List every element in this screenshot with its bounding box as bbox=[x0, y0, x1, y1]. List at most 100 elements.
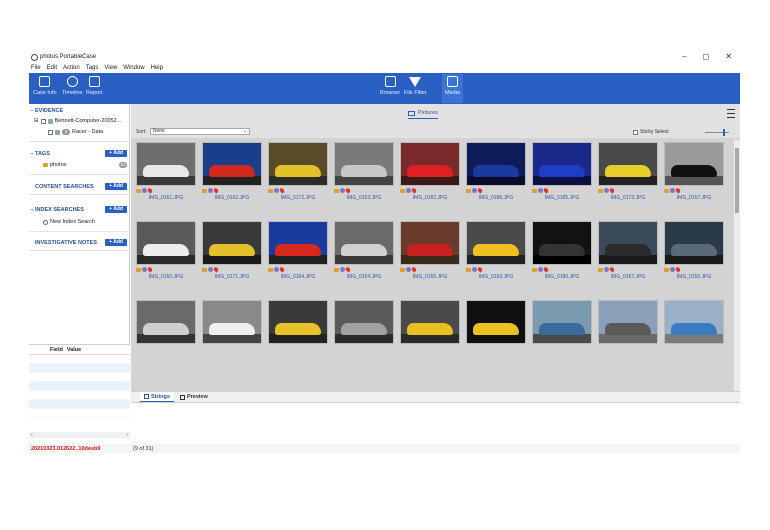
thumbnail-item[interactable] bbox=[532, 300, 592, 344]
add-content-search-button[interactable]: + Add bbox=[105, 183, 127, 190]
menu-action[interactable]: Action bbox=[63, 65, 80, 71]
thumbnail-image[interactable] bbox=[400, 300, 460, 344]
thumbnail-item[interactable]: IMG_0160.JPG bbox=[136, 221, 196, 280]
browser-button[interactable]: Browser bbox=[380, 76, 400, 96]
add-note-button[interactable]: + Add bbox=[105, 239, 127, 246]
thumbnail-image[interactable] bbox=[532, 300, 592, 344]
thumbnail-image[interactable] bbox=[202, 221, 262, 265]
thumbnail-image[interactable] bbox=[466, 300, 526, 344]
minimize-button[interactable]: – bbox=[682, 52, 686, 61]
evidence-section-header[interactable]: – EVIDENCE bbox=[29, 106, 130, 116]
scrollbar-thumb[interactable] bbox=[735, 148, 739, 213]
sliders-icon[interactable] bbox=[727, 109, 735, 118]
horizontal-scrollbar[interactable]: ‹ › bbox=[29, 432, 130, 438]
thumbnail-image[interactable] bbox=[334, 300, 394, 344]
thumbnail-image[interactable] bbox=[532, 221, 592, 265]
tab-strings[interactable]: Strings bbox=[140, 392, 174, 402]
thumbnail-item[interactable] bbox=[598, 300, 658, 344]
thumbnail-item[interactable] bbox=[664, 300, 724, 344]
index-searches-section-header[interactable]: – INDEX SEARCHES + Add bbox=[29, 205, 130, 215]
report-button[interactable]: Report bbox=[86, 76, 103, 96]
close-button[interactable]: ✕ bbox=[725, 52, 732, 61]
scroll-right-icon[interactable]: › bbox=[126, 432, 128, 438]
thumbnail-item[interactable]: IMG_0164.JPG bbox=[268, 221, 328, 280]
sticky-select-toggle[interactable]: Sticky Select bbox=[633, 129, 669, 135]
thumbnail-image[interactable] bbox=[136, 221, 196, 265]
thumbnail-image[interactable] bbox=[466, 142, 526, 186]
menu-tags[interactable]: Tags bbox=[86, 65, 99, 71]
thumbnail-image[interactable] bbox=[466, 221, 526, 265]
thumbnail-image[interactable] bbox=[202, 300, 262, 344]
thumbnail-image[interactable] bbox=[598, 221, 658, 265]
thumbnail-image[interactable] bbox=[664, 300, 724, 344]
zoom-slider-handle[interactable] bbox=[723, 129, 725, 136]
thumbnail-image[interactable] bbox=[334, 142, 394, 186]
new-index-search-item[interactable]: New Index Search bbox=[43, 219, 95, 225]
thumbnail-item[interactable]: IMG_0165.JPG bbox=[400, 221, 460, 280]
case-info-button[interactable]: Case Info bbox=[33, 76, 57, 96]
thumbnail-image[interactable] bbox=[664, 221, 724, 265]
add-tag-button[interactable]: + Add bbox=[105, 150, 127, 157]
thumbnail-item[interactable]: IMG_0154.JPG bbox=[334, 221, 394, 280]
thumbnail-item[interactable]: IMG_0180.JPG bbox=[532, 221, 592, 280]
value-column-header[interactable]: Value bbox=[67, 347, 81, 353]
thumbnail-image[interactable] bbox=[268, 142, 328, 186]
thumbnail-item[interactable] bbox=[466, 300, 526, 344]
content-searches-section-header[interactable]: CONTENT SEARCHES + Add bbox=[29, 182, 130, 192]
thumbnail-image[interactable] bbox=[268, 221, 328, 265]
thumbnail-image[interactable] bbox=[334, 221, 394, 265]
thumbnail-item[interactable]: IMG_0169.JPG bbox=[466, 221, 526, 280]
zoom-slider-track[interactable] bbox=[705, 132, 729, 133]
thumbnail-image[interactable] bbox=[136, 142, 196, 186]
vertical-scrollbar[interactable] bbox=[734, 140, 740, 391]
thumbnail-image[interactable] bbox=[400, 142, 460, 186]
thumbnail-item[interactable]: IMG_0171.JPG bbox=[202, 221, 262, 280]
thumbnail-item[interactable]: IMG_0162.JPG bbox=[202, 142, 262, 201]
menu-edit[interactable]: Edit bbox=[47, 65, 57, 71]
thumbnail-item[interactable] bbox=[334, 300, 394, 344]
evidence-root-checkbox[interactable] bbox=[40, 118, 46, 124]
thumbnail-image[interactable] bbox=[136, 300, 196, 344]
thumbnail-item[interactable]: IMG_0157.JPG bbox=[664, 142, 724, 201]
menu-help[interactable]: Help bbox=[151, 65, 163, 71]
thumbnail-item[interactable]: IMG_0161.JPG bbox=[136, 142, 196, 201]
evidence-child-checkbox[interactable] bbox=[48, 129, 53, 135]
thumbnail-image[interactable] bbox=[598, 142, 658, 186]
tab-pictures[interactable]: Pictures bbox=[408, 110, 438, 119]
evidence-child-item[interactable]: 2 Racer - Data bbox=[48, 129, 103, 135]
scroll-left-icon[interactable]: ‹ bbox=[31, 432, 33, 438]
maximize-button[interactable]: ◻ bbox=[703, 52, 710, 61]
thumbnail-item[interactable]: IMG_0186.JPG bbox=[466, 142, 526, 201]
thumbnail-image[interactable] bbox=[202, 142, 262, 186]
thumbnail-item[interactable]: IMG_0185.JPG bbox=[532, 142, 592, 201]
thumbnail-item[interactable] bbox=[400, 300, 460, 344]
thumbnail-item[interactable]: IMG_0155.JPG bbox=[664, 221, 724, 280]
thumbnail-item[interactable]: IMG_0173.JPG bbox=[598, 142, 658, 201]
tags-section-header[interactable]: – TAGS + Add bbox=[29, 149, 130, 159]
thumbnail-item[interactable] bbox=[202, 300, 262, 344]
field-column-header[interactable]: Field bbox=[50, 347, 63, 353]
thumbnail-image[interactable] bbox=[268, 300, 328, 344]
thumbnail-image[interactable] bbox=[664, 142, 724, 186]
sticky-select-checkbox[interactable] bbox=[633, 129, 638, 135]
menu-file[interactable]: File bbox=[31, 65, 41, 71]
thumbnail-image[interactable] bbox=[598, 300, 658, 344]
tag-item-photos[interactable]: photos 31 bbox=[43, 162, 127, 168]
add-index-search-button[interactable]: + Add bbox=[105, 206, 127, 213]
media-button[interactable]: Media bbox=[442, 74, 463, 103]
thumbnail-item[interactable] bbox=[268, 300, 328, 344]
sort-select[interactable]: None ⌄ bbox=[150, 128, 250, 135]
menu-view[interactable]: View bbox=[104, 65, 117, 71]
tab-preview[interactable]: Preview bbox=[176, 392, 212, 402]
investigative-notes-section-header[interactable]: INVESTIGATIVE NOTES + Add bbox=[29, 238, 130, 248]
thumbnail-image[interactable] bbox=[532, 142, 592, 186]
file-filter-button[interactable]: File Filter bbox=[404, 76, 427, 96]
evidence-root-item[interactable]: ⊟ Bennett-Computer-20052... bbox=[34, 118, 121, 124]
thumbnail-item[interactable] bbox=[136, 300, 196, 344]
timeline-button[interactable]: Timeline bbox=[62, 76, 83, 96]
thumbnail-item[interactable]: IMG_0172.JPG bbox=[268, 142, 328, 201]
menu-window[interactable]: Window bbox=[123, 65, 144, 71]
thumbnail-item[interactable]: IMG_0153.JPG bbox=[334, 142, 394, 201]
thumbnail-image[interactable] bbox=[400, 221, 460, 265]
thumbnail-item[interactable]: IMG_0167.JPG bbox=[598, 221, 658, 280]
